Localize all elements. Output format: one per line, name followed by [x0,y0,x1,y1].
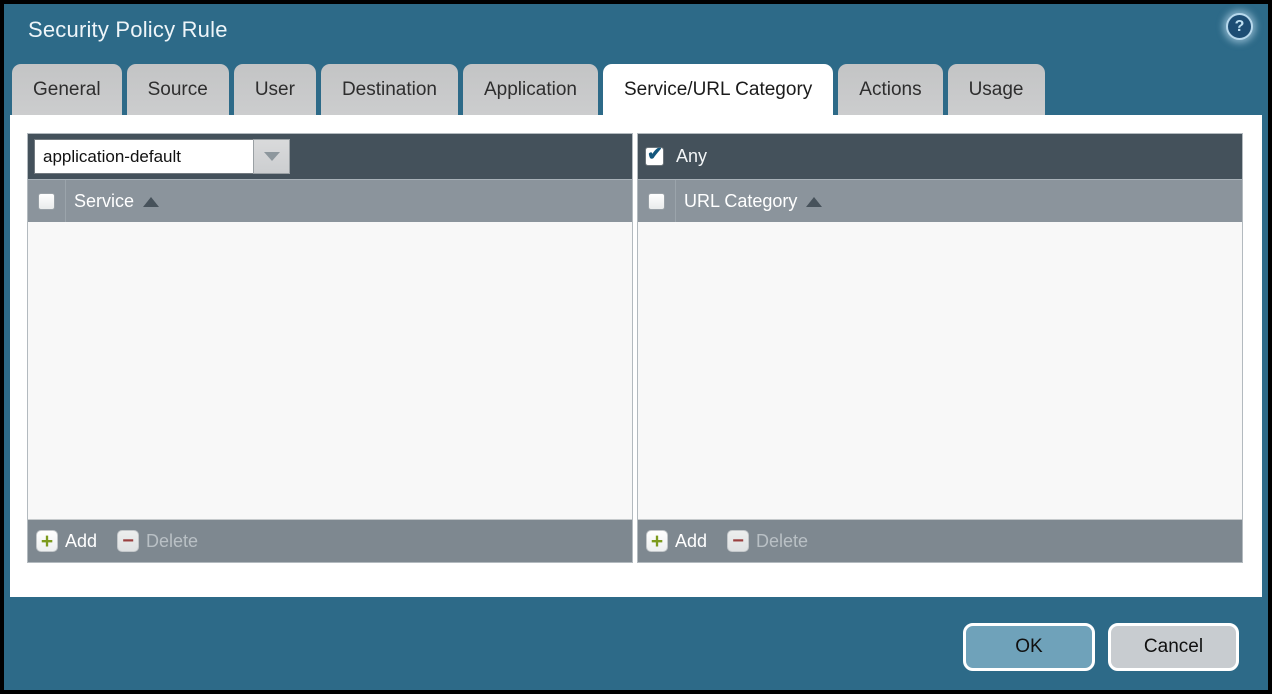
plus-icon: + [36,530,58,552]
url-panel-footer: + Add − Delete [638,519,1242,562]
delete-button-label: Delete [146,531,198,552]
url-panel-header: Any [638,134,1242,179]
service-dropdown-input[interactable] [34,139,253,174]
service-delete-button[interactable]: − Delete [117,530,198,552]
sort-asc-icon [143,197,159,207]
service-add-button[interactable]: + Add [36,530,97,552]
add-button-label: Add [65,531,97,552]
tab-general[interactable]: General [12,64,122,115]
tab-application[interactable]: Application [463,64,598,115]
any-checkbox[interactable] [645,147,664,166]
security-policy-rule-dialog: Security Policy Rule ? GeneralSourceUser… [4,4,1268,690]
service-select-all-checkbox[interactable] [38,193,55,210]
url-select-all-checkbox[interactable] [648,193,665,210]
tab-destination[interactable]: Destination [321,64,458,115]
chevron-down-icon [264,152,280,161]
minus-icon: − [117,530,139,552]
cancel-button[interactable]: Cancel [1108,623,1239,671]
url-select-all-cell [638,180,676,222]
url-column-header[interactable]: URL Category [684,191,797,212]
service-panel: Service + Add − Delete [27,133,633,563]
dialog-title: Security Policy Rule [28,17,228,43]
add-button-label: Add [675,531,707,552]
dialog-content: Service + Add − Delete Any [10,115,1262,597]
tab-service-url-category[interactable]: Service/URL Category [603,64,833,115]
service-column-header-row: Service [28,179,632,222]
service-dropdown[interactable] [34,139,290,174]
plus-icon: + [646,530,668,552]
service-list[interactable] [28,222,632,519]
tab-actions[interactable]: Actions [838,64,942,115]
delete-button-label: Delete [756,531,808,552]
tab-usage[interactable]: Usage [948,64,1045,115]
tab-source[interactable]: Source [127,64,229,115]
service-panel-header [28,134,632,179]
service-panel-footer: + Add − Delete [28,519,632,562]
service-column-header[interactable]: Service [74,191,134,212]
help-icon[interactable]: ? [1226,13,1253,40]
service-select-all-cell [28,180,66,222]
minus-icon: − [727,530,749,552]
url-add-button[interactable]: + Add [646,530,707,552]
ok-button[interactable]: OK [963,623,1095,671]
service-dropdown-button[interactable] [253,139,290,174]
tab-user[interactable]: User [234,64,316,115]
any-checkbox-label[interactable]: Any [676,146,707,167]
url-delete-button[interactable]: − Delete [727,530,808,552]
tab-bar: GeneralSourceUserDestinationApplicationS… [12,64,1045,115]
url-category-panel: Any URL Category + Add − Delete [637,133,1243,563]
url-category-list[interactable] [638,222,1242,519]
sort-asc-icon [806,197,822,207]
url-column-header-row: URL Category [638,179,1242,222]
